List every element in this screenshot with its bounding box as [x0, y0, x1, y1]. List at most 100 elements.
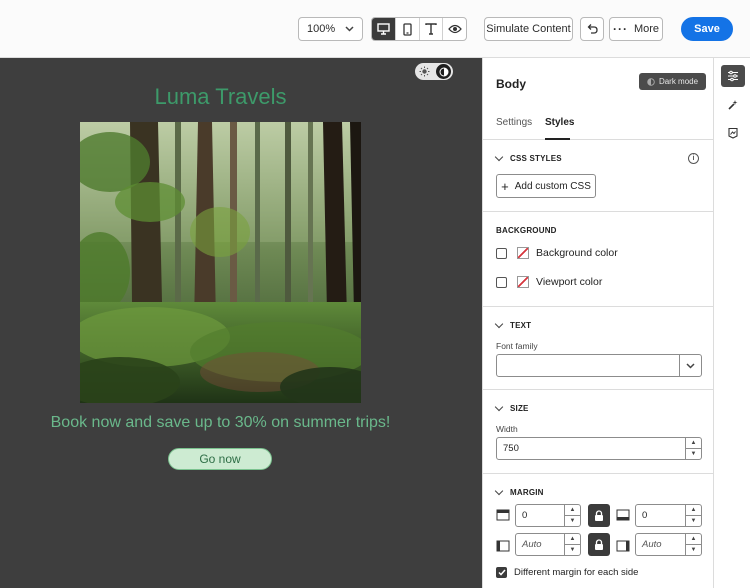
margin-header[interactable]: MARGIN	[494, 486, 544, 497]
text-view-button[interactable]	[420, 18, 444, 40]
increment-icon[interactable]: ▲	[686, 438, 701, 449]
margin-vertical-lock-button[interactable]	[588, 504, 610, 527]
font-family-select[interactable]	[496, 354, 702, 377]
margin-left-input[interactable]: Auto ▲ ▼	[515, 533, 581, 556]
undo-button[interactable]	[580, 17, 604, 41]
decrement-icon[interactable]: ▼	[565, 545, 580, 555]
add-custom-css-button[interactable]: + Add custom CSS	[496, 174, 596, 198]
margin-right-input[interactable]: Auto ▲ ▼	[635, 533, 702, 556]
magic-wand-icon	[728, 100, 738, 110]
email-title[interactable]: Luma Travels	[0, 84, 441, 110]
properties-rail-button[interactable]	[721, 65, 745, 87]
size-heading: SIZE	[510, 404, 529, 413]
margin-right-icon	[616, 540, 630, 552]
mobile-view-button[interactable]	[396, 18, 420, 40]
tab-settings[interactable]: Settings	[496, 117, 532, 128]
chevron-down-icon	[494, 486, 504, 496]
lock-icon	[595, 509, 603, 521]
text-section: TEXT Font family	[483, 307, 713, 390]
preview-view-button[interactable]	[443, 18, 466, 40]
text-header[interactable]: TEXT	[494, 319, 532, 330]
margin-bottom-stepper: ▲ ▼	[685, 505, 701, 526]
increment-icon[interactable]: ▲	[686, 534, 701, 545]
margin-bottom-input[interactable]: 0 ▲ ▼	[635, 504, 702, 527]
checkmark-icon	[497, 569, 506, 576]
image-asset-icon	[728, 127, 738, 139]
contrast-icon	[647, 77, 655, 86]
promo-text[interactable]: Book now and save up to 30% on summer tr…	[0, 414, 441, 432]
right-icon-rail	[713, 58, 750, 588]
margin-left-icon	[496, 540, 510, 552]
font-family-dropdown-button[interactable]	[679, 355, 701, 376]
panel-tabs: Settings Styles	[483, 108, 713, 140]
canvas-mode-toggle[interactable]	[415, 63, 453, 80]
margin-top-value: 0	[522, 510, 528, 521]
margin-bottom-value: 0	[642, 510, 648, 521]
margin-horizontal-lock-button[interactable]	[588, 533, 610, 556]
tab-styles[interactable]: Styles	[545, 117, 574, 128]
add-custom-css-label: Add custom CSS	[514, 180, 591, 192]
viewport-color-label: Viewport color	[536, 276, 603, 288]
lock-icon	[595, 538, 603, 550]
dark-mode-button[interactable]: Dark mode	[639, 73, 706, 90]
different-margin-row[interactable]: Different margin for each side	[496, 567, 638, 578]
margin-heading: MARGIN	[510, 488, 544, 497]
hero-forest-image[interactable]	[80, 122, 361, 403]
info-icon[interactable]: i	[688, 153, 699, 164]
width-stepper: ▲ ▼	[685, 438, 701, 459]
ellipsis-icon: ···	[612, 22, 628, 36]
different-margin-checkbox[interactable]	[496, 567, 507, 578]
undo-icon	[587, 24, 598, 34]
size-header[interactable]: SIZE	[494, 402, 529, 413]
more-label: More	[633, 23, 660, 35]
increment-icon[interactable]: ▲	[686, 505, 701, 516]
viewport-color-row[interactable]: Viewport color	[496, 276, 602, 288]
margin-right-value: Auto	[642, 539, 662, 550]
different-margin-label: Different margin for each side	[514, 567, 639, 578]
save-button[interactable]: Save	[681, 17, 733, 41]
size-section: SIZE Width 750 ▲ ▼	[483, 390, 713, 474]
width-value: 750	[503, 443, 519, 454]
active-tab-indicator	[545, 138, 570, 140]
background-color-row[interactable]: Background color	[496, 247, 618, 259]
increment-icon[interactable]: ▲	[565, 505, 580, 516]
margin-right-stepper: ▲ ▼	[685, 534, 701, 555]
chevron-down-icon	[494, 152, 504, 162]
desktop-icon	[377, 23, 390, 35]
plus-icon: +	[501, 178, 509, 194]
no-color-swatch-icon[interactable]	[517, 247, 529, 259]
personalization-rail-button[interactable]	[721, 94, 745, 116]
decrement-icon[interactable]: ▼	[565, 516, 580, 526]
margin-top-input[interactable]: 0 ▲ ▼	[515, 504, 581, 527]
view-mode-group	[371, 17, 467, 41]
css-styles-header[interactable]: CSS STYLES	[494, 152, 562, 163]
assets-rail-button[interactable]	[721, 122, 745, 144]
margin-top-icon	[496, 509, 510, 521]
go-now-button[interactable]: Go now	[168, 448, 272, 470]
width-label: Width	[496, 424, 518, 434]
background-header: BACKGROUND	[496, 226, 557, 235]
zoom-value: 100%	[307, 23, 336, 35]
simulate-content-button[interactable]: Simulate Content	[484, 17, 573, 41]
more-button[interactable]: ··· More	[609, 17, 663, 41]
top-toolbar: 100% Simulate Content ··· More Save	[0, 0, 750, 58]
decrement-icon[interactable]: ▼	[686, 545, 701, 555]
decrement-icon[interactable]: ▼	[686, 449, 701, 459]
margin-bottom-icon	[616, 509, 630, 521]
background-color-checkbox[interactable]	[496, 247, 507, 259]
chevron-down-icon	[345, 26, 354, 32]
background-heading: BACKGROUND	[496, 226, 557, 235]
desktop-view-button[interactable]	[372, 18, 396, 40]
viewport-color-checkbox[interactable]	[496, 276, 507, 288]
text-icon	[425, 23, 437, 35]
decrement-icon[interactable]: ▼	[686, 516, 701, 526]
background-color-label: Background color	[536, 247, 618, 259]
email-canvas[interactable]: Luma Travels Book now and save up to 30%…	[0, 58, 482, 588]
mobile-icon	[402, 22, 412, 36]
margin-left-stepper: ▲ ▼	[564, 534, 580, 555]
increment-icon[interactable]: ▲	[565, 534, 580, 545]
zoom-select[interactable]: 100%	[298, 17, 363, 41]
text-heading: TEXT	[510, 321, 532, 330]
width-input[interactable]: 750 ▲ ▼	[496, 437, 702, 460]
no-color-swatch-icon[interactable]	[517, 276, 529, 288]
